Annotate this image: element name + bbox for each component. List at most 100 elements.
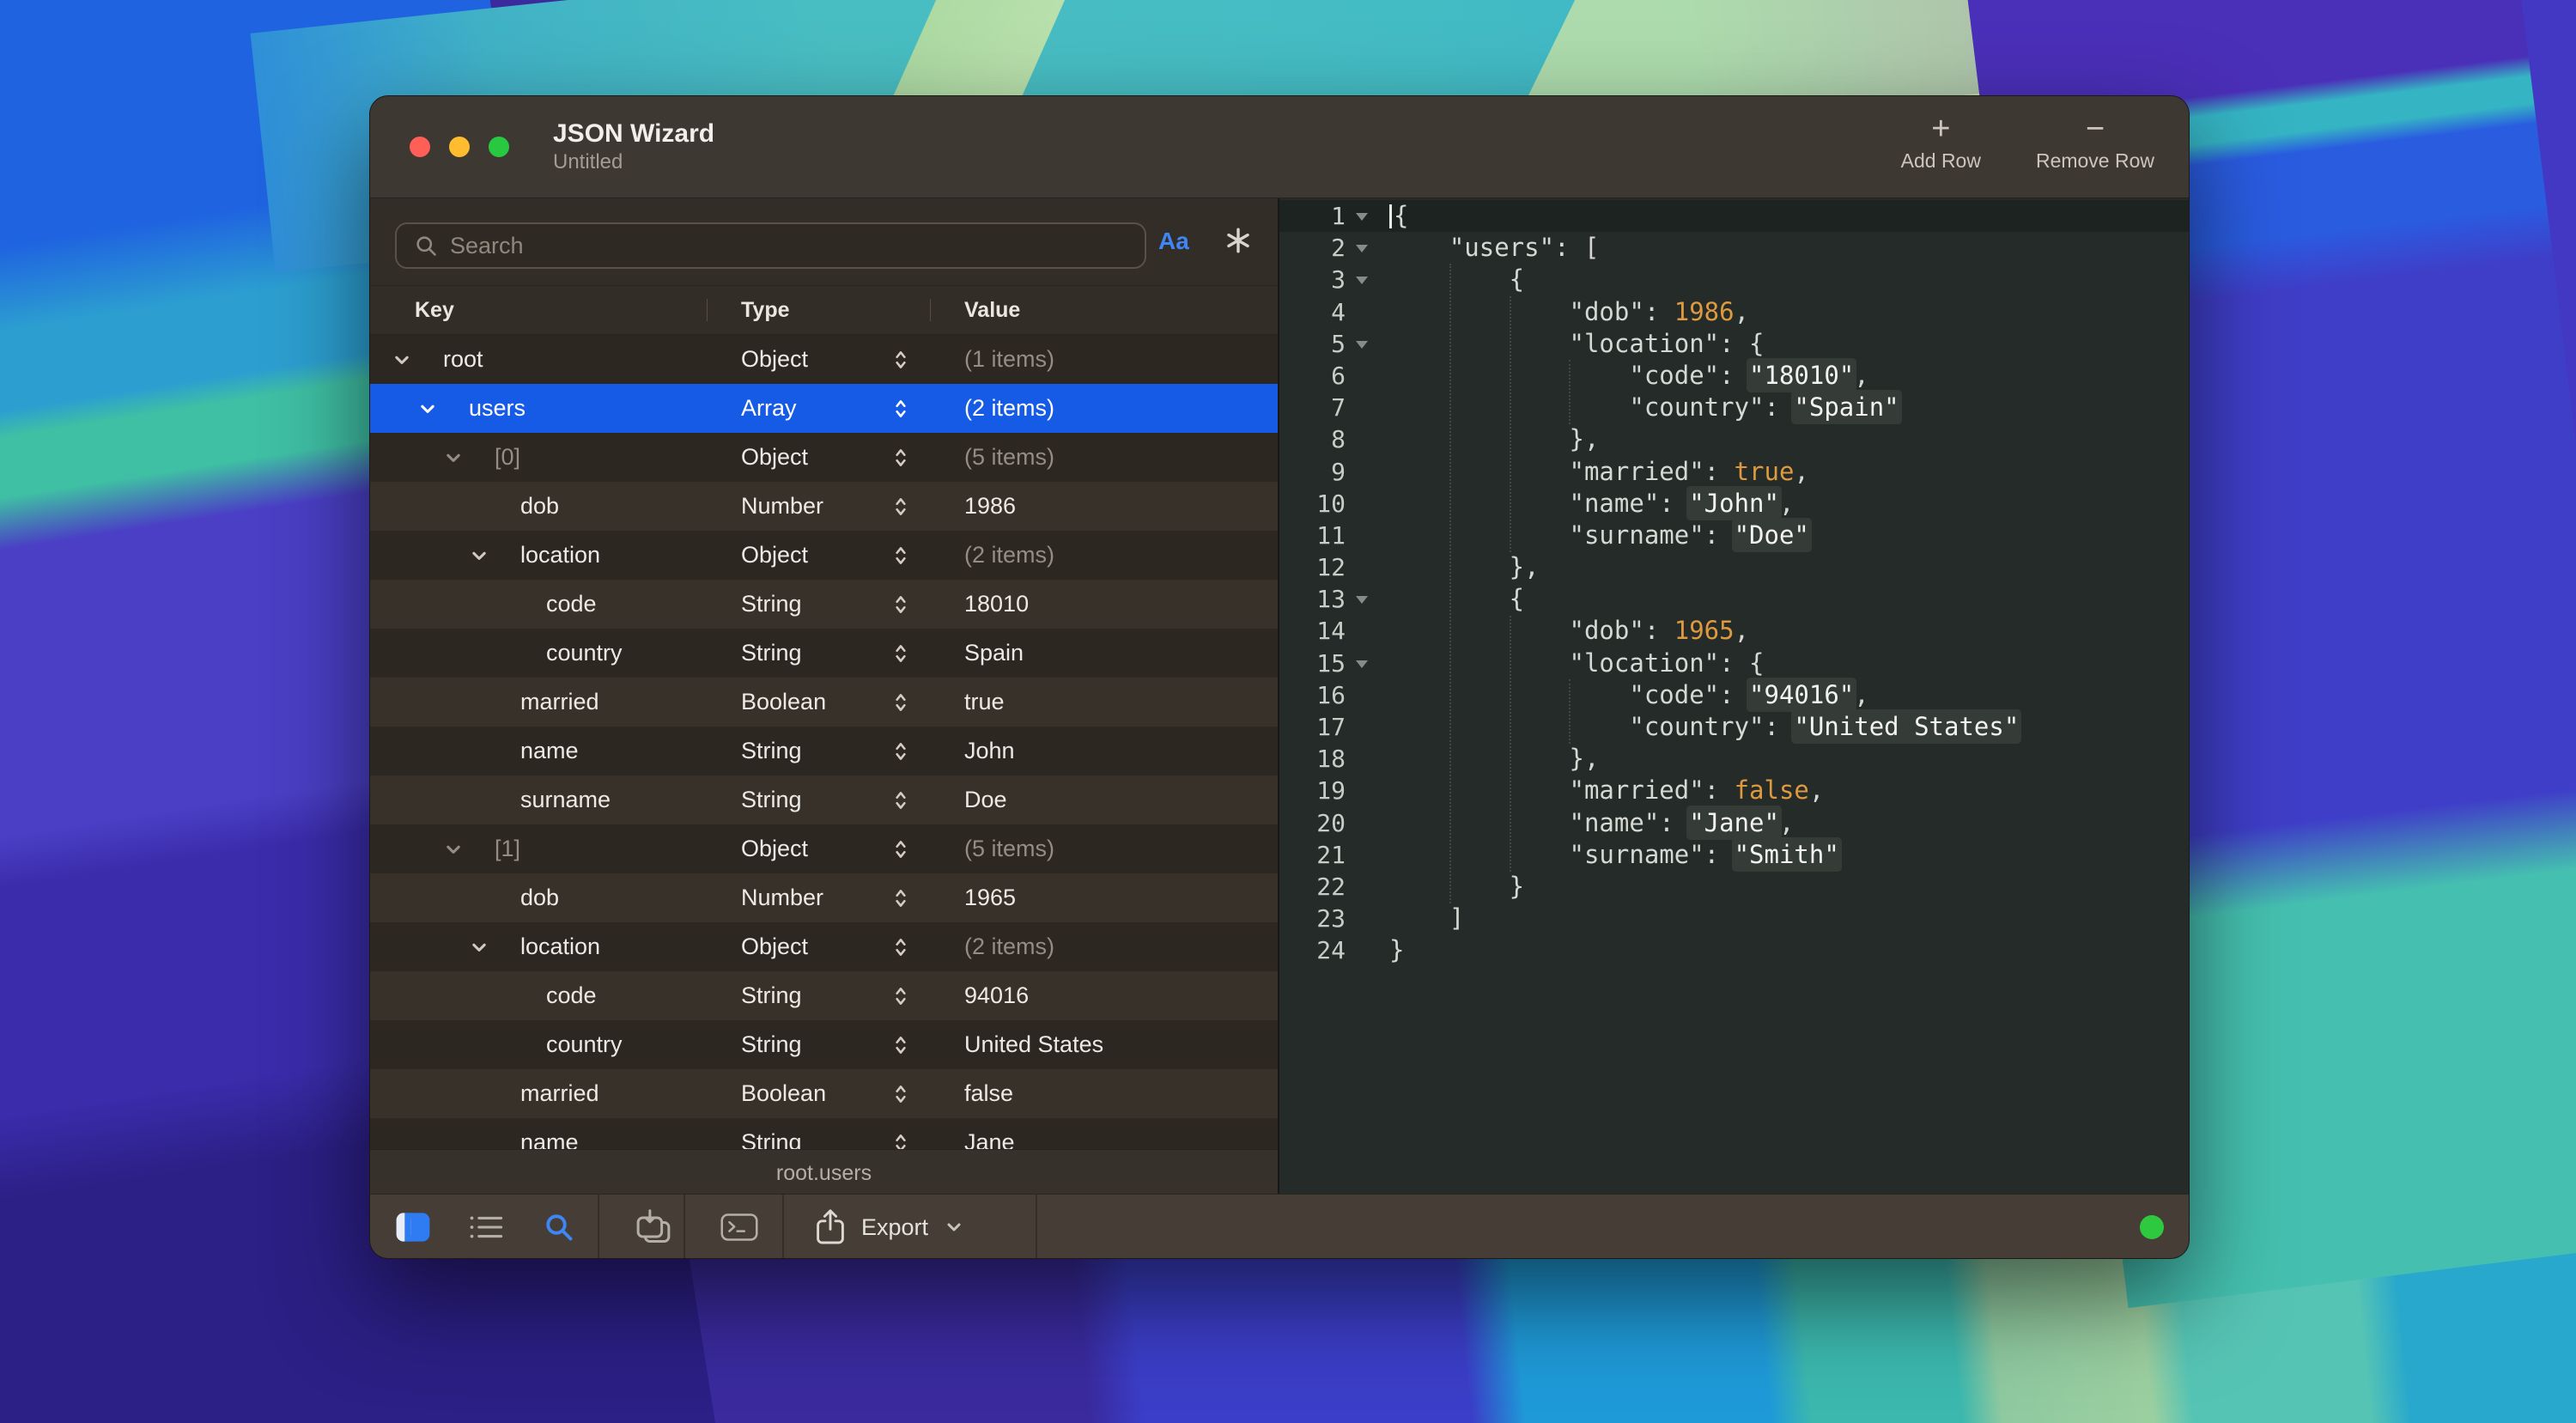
editor-line[interactable]: 6 "code": "18010", bbox=[1279, 360, 2189, 392]
tree-row-value-cell[interactable]: (2 items) bbox=[930, 531, 1278, 580]
tree-row[interactable]: marriedBooleanfalse bbox=[370, 1069, 1278, 1118]
remove-row-button[interactable]: − Remove Row bbox=[2031, 110, 2160, 172]
expand-chevron-icon[interactable] bbox=[418, 399, 437, 418]
editor-line[interactable]: 20 "name": "Jane", bbox=[1279, 807, 2189, 839]
expand-chevron-icon[interactable] bbox=[444, 448, 463, 467]
tree-row-key-cell[interactable]: dob bbox=[370, 482, 707, 531]
tree-row-type-cell[interactable]: Number bbox=[707, 482, 930, 531]
tree-row-type-cell[interactable]: String bbox=[707, 580, 930, 629]
tree-row-type-cell[interactable]: String bbox=[707, 971, 930, 1020]
editor-gutter[interactable]: 15 bbox=[1279, 648, 1378, 679]
editor-gutter[interactable]: 19 bbox=[1279, 775, 1378, 806]
match-case-toggle[interactable]: Aa bbox=[1158, 228, 1189, 255]
tree-row-value-cell[interactable]: (2 items) bbox=[930, 384, 1278, 433]
type-stepper-icon[interactable] bbox=[894, 1083, 908, 1105]
tree-row-value-cell[interactable]: Spain bbox=[930, 629, 1278, 678]
editor-line[interactable]: 7 "country": "Spain" bbox=[1279, 392, 2189, 423]
editor-gutter[interactable]: 7 bbox=[1279, 392, 1378, 423]
tree-row[interactable]: surnameStringDoe bbox=[370, 775, 1278, 824]
list-view-button[interactable] bbox=[462, 1195, 510, 1259]
tree-row-type-cell[interactable]: Array bbox=[707, 384, 930, 433]
expand-chevron-icon[interactable] bbox=[444, 840, 463, 859]
tree-row[interactable]: [0]Object(5 items) bbox=[370, 433, 1278, 482]
tree-row-value-cell[interactable]: 18010 bbox=[930, 580, 1278, 629]
tree-row-key-cell[interactable]: code bbox=[370, 580, 707, 629]
tree-row-key-cell[interactable]: location bbox=[370, 531, 707, 580]
type-stepper-icon[interactable] bbox=[894, 691, 908, 714]
editor-gutter[interactable]: 13 bbox=[1279, 583, 1378, 615]
editor-gutter[interactable]: 18 bbox=[1279, 743, 1378, 775]
tree-row[interactable]: nameStringJohn bbox=[370, 727, 1278, 775]
type-stepper-icon[interactable] bbox=[894, 985, 908, 1007]
tree-row-key-cell[interactable]: root bbox=[370, 335, 707, 384]
tree-row-type-cell[interactable]: String bbox=[707, 629, 930, 678]
editor-line[interactable]: 14 "dob": 1965, bbox=[1279, 615, 2189, 647]
editor-line[interactable]: 9 "married": true, bbox=[1279, 456, 2189, 488]
editor-gutter[interactable]: 6 bbox=[1279, 360, 1378, 392]
sidebar-toggle-button[interactable] bbox=[389, 1195, 437, 1259]
editor-gutter[interactable]: 4 bbox=[1279, 296, 1378, 328]
export-button[interactable]: Export bbox=[810, 1195, 969, 1259]
editor-gutter[interactable]: 21 bbox=[1279, 839, 1378, 871]
add-row-button[interactable]: + Add Row bbox=[1896, 110, 1986, 172]
tree-row-type-cell[interactable]: Object bbox=[707, 335, 930, 384]
tree-row-key-cell[interactable]: surname bbox=[370, 775, 707, 824]
tree-row-key-cell[interactable]: [0] bbox=[370, 433, 707, 482]
tree-row-type-cell[interactable]: String bbox=[707, 1118, 930, 1149]
fold-triangle-icon[interactable] bbox=[1356, 213, 1368, 221]
tree-row-type-cell[interactable]: Object bbox=[707, 433, 930, 482]
editor-gutter[interactable]: 22 bbox=[1279, 871, 1378, 903]
editor-gutter[interactable]: 17 bbox=[1279, 711, 1378, 743]
type-stepper-icon[interactable] bbox=[894, 447, 908, 469]
tree-row-key-cell[interactable]: country bbox=[370, 629, 707, 678]
type-stepper-icon[interactable] bbox=[894, 349, 908, 371]
type-stepper-icon[interactable] bbox=[894, 789, 908, 812]
type-stepper-icon[interactable] bbox=[894, 593, 908, 616]
search-input[interactable] bbox=[448, 232, 1145, 260]
editor-gutter[interactable]: 8 bbox=[1279, 423, 1378, 455]
tree-row-type-cell[interactable]: String bbox=[707, 1020, 930, 1069]
editor-gutter[interactable]: 20 bbox=[1279, 807, 1378, 839]
tree-row-type-cell[interactable]: Number bbox=[707, 873, 930, 922]
tree-row-value-cell[interactable]: (5 items) bbox=[930, 433, 1278, 482]
editor-line[interactable]: 22 } bbox=[1279, 871, 2189, 903]
tree-row[interactable]: countryStringUnited States bbox=[370, 1020, 1278, 1069]
editor-gutter[interactable]: 11 bbox=[1279, 520, 1378, 551]
type-stepper-icon[interactable] bbox=[894, 1034, 908, 1056]
fold-triangle-icon[interactable] bbox=[1356, 277, 1368, 284]
expand-chevron-icon[interactable] bbox=[392, 350, 411, 369]
tree-row-key-cell[interactable]: name bbox=[370, 727, 707, 775]
tree-row-key-cell[interactable]: code bbox=[370, 971, 707, 1020]
editor-line[interactable]: 17 "country": "United States" bbox=[1279, 711, 2189, 743]
tree-row[interactable]: codeString18010 bbox=[370, 580, 1278, 629]
tree-row[interactable]: countryStringSpain bbox=[370, 629, 1278, 678]
tree-row-value-cell[interactable]: United States bbox=[930, 1020, 1278, 1069]
regex-toggle[interactable] bbox=[1224, 226, 1253, 259]
tree-row-value-cell[interactable]: Jane bbox=[930, 1118, 1278, 1149]
editor-line[interactable]: 3 { bbox=[1279, 264, 2189, 295]
editor-line[interactable]: 21 "surname": "Smith" bbox=[1279, 839, 2189, 871]
editor-line[interactable]: 13 { bbox=[1279, 583, 2189, 615]
tree-row[interactable]: locationObject(2 items) bbox=[370, 922, 1278, 971]
editor-gutter[interactable]: 3 bbox=[1279, 264, 1378, 295]
tree-row[interactable]: nameStringJane bbox=[370, 1118, 1278, 1149]
type-stepper-icon[interactable] bbox=[894, 887, 908, 909]
tree-row-value-cell[interactable]: 1986 bbox=[930, 482, 1278, 531]
fold-triangle-icon[interactable] bbox=[1356, 245, 1368, 252]
tree-row-key-cell[interactable]: dob bbox=[370, 873, 707, 922]
editor-line[interactable]: 15 "location": { bbox=[1279, 648, 2189, 679]
zoom-button[interactable] bbox=[489, 137, 509, 157]
type-stepper-icon[interactable] bbox=[894, 936, 908, 958]
column-header-key[interactable]: Key bbox=[415, 298, 454, 323]
editor-line[interactable]: 19 "married": false, bbox=[1279, 775, 2189, 806]
fold-triangle-icon[interactable] bbox=[1356, 660, 1368, 668]
editor-gutter[interactable]: 23 bbox=[1279, 903, 1378, 934]
type-stepper-icon[interactable] bbox=[894, 398, 908, 420]
editor-line[interactable]: 24} bbox=[1279, 934, 2189, 966]
type-stepper-icon[interactable] bbox=[894, 838, 908, 860]
tree-row-value-cell[interactable]: (5 items) bbox=[930, 824, 1278, 873]
close-button[interactable] bbox=[410, 137, 430, 157]
tree-row-type-cell[interactable]: Object bbox=[707, 531, 930, 580]
type-stepper-icon[interactable] bbox=[894, 544, 908, 567]
search-field[interactable] bbox=[395, 222, 1146, 269]
